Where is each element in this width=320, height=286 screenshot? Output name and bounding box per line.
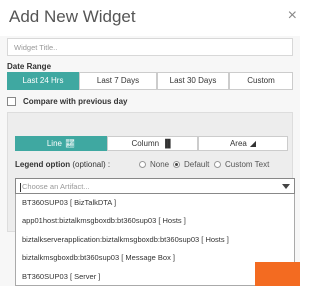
legend-default-label: Default xyxy=(184,160,210,169)
date-range-label: Date Range xyxy=(7,62,52,71)
legend-none-radio[interactable] xyxy=(139,161,146,168)
close-icon[interactable]: × xyxy=(288,8,297,24)
text-cursor xyxy=(20,182,21,192)
column-chart-icon: ▐▌ xyxy=(162,139,174,148)
artifact-option[interactable]: biztalkserverapplication:biztalkmsgboxdb… xyxy=(16,231,294,249)
legend-default-radio[interactable] xyxy=(173,161,180,168)
date-range-custom[interactable]: Custom xyxy=(229,72,293,90)
artifact-option[interactable]: BT360SUP03 [ Server ] xyxy=(16,268,294,286)
dialog-title: Add New Widget xyxy=(9,7,136,26)
legend-option-label: Legend option (optional) : xyxy=(15,160,110,169)
legend-default[interactable]: Default xyxy=(173,160,209,169)
legend-none-label: None xyxy=(150,160,170,169)
compare-checkbox[interactable] xyxy=(7,97,16,106)
widget-title-input[interactable]: Widget Title.. xyxy=(7,38,293,56)
compare-row[interactable]: Compare with previous day xyxy=(7,97,127,106)
legend-label-optional: (optional) : xyxy=(72,160,111,169)
legend-label-bold: Legend option xyxy=(15,160,71,169)
tab-area[interactable]: Area ◢ xyxy=(198,136,288,151)
artifact-option[interactable]: app01host:biztalkmsgboxdb:bt360sup03 [ H… xyxy=(16,212,294,230)
tab-line[interactable]: Line 📈︎ xyxy=(15,136,107,151)
compare-label: Compare with previous day xyxy=(23,97,128,106)
tab-column-label: Column xyxy=(131,139,160,148)
tab-area-label: Area xyxy=(229,139,247,148)
area-chart-icon: ◢ xyxy=(249,139,257,148)
legend-custom-text[interactable]: Custom Text xyxy=(214,160,269,169)
date-range-last-7-days[interactable]: Last 7 Days xyxy=(79,72,157,90)
legend-custom-text-radio[interactable] xyxy=(214,161,221,168)
artifact-dropdown: BT360SUP03 [ BizTalkDTA ] app01host:bizt… xyxy=(15,194,295,286)
line-chart-icon: 📈︎ xyxy=(64,139,76,148)
legend-custom-text-label: Custom Text xyxy=(225,160,270,169)
artifact-option[interactable]: BT360SUP03 [ BizTalkDTA ] xyxy=(16,194,294,212)
legend-none[interactable]: None xyxy=(139,160,169,169)
date-range-last-30-days[interactable]: Last 30 Days xyxy=(157,72,229,90)
primary-action-button[interactable] xyxy=(255,262,300,286)
tab-line-label: Line xyxy=(46,139,62,148)
dialog-header: Add New Widget × xyxy=(0,0,300,36)
chevron-down-icon[interactable] xyxy=(282,184,290,189)
artifact-select[interactable]: Choose an Artifact... xyxy=(15,178,295,194)
date-range-last-24-hrs[interactable]: Last 24 Hrs xyxy=(7,72,79,90)
artifact-placeholder: Choose an Artifact... xyxy=(22,182,90,191)
tab-column[interactable]: Column ▐▌ xyxy=(107,136,198,151)
artifact-option[interactable]: biztalkmsgboxdb:bt360sup03 [ Message Box… xyxy=(16,249,294,267)
